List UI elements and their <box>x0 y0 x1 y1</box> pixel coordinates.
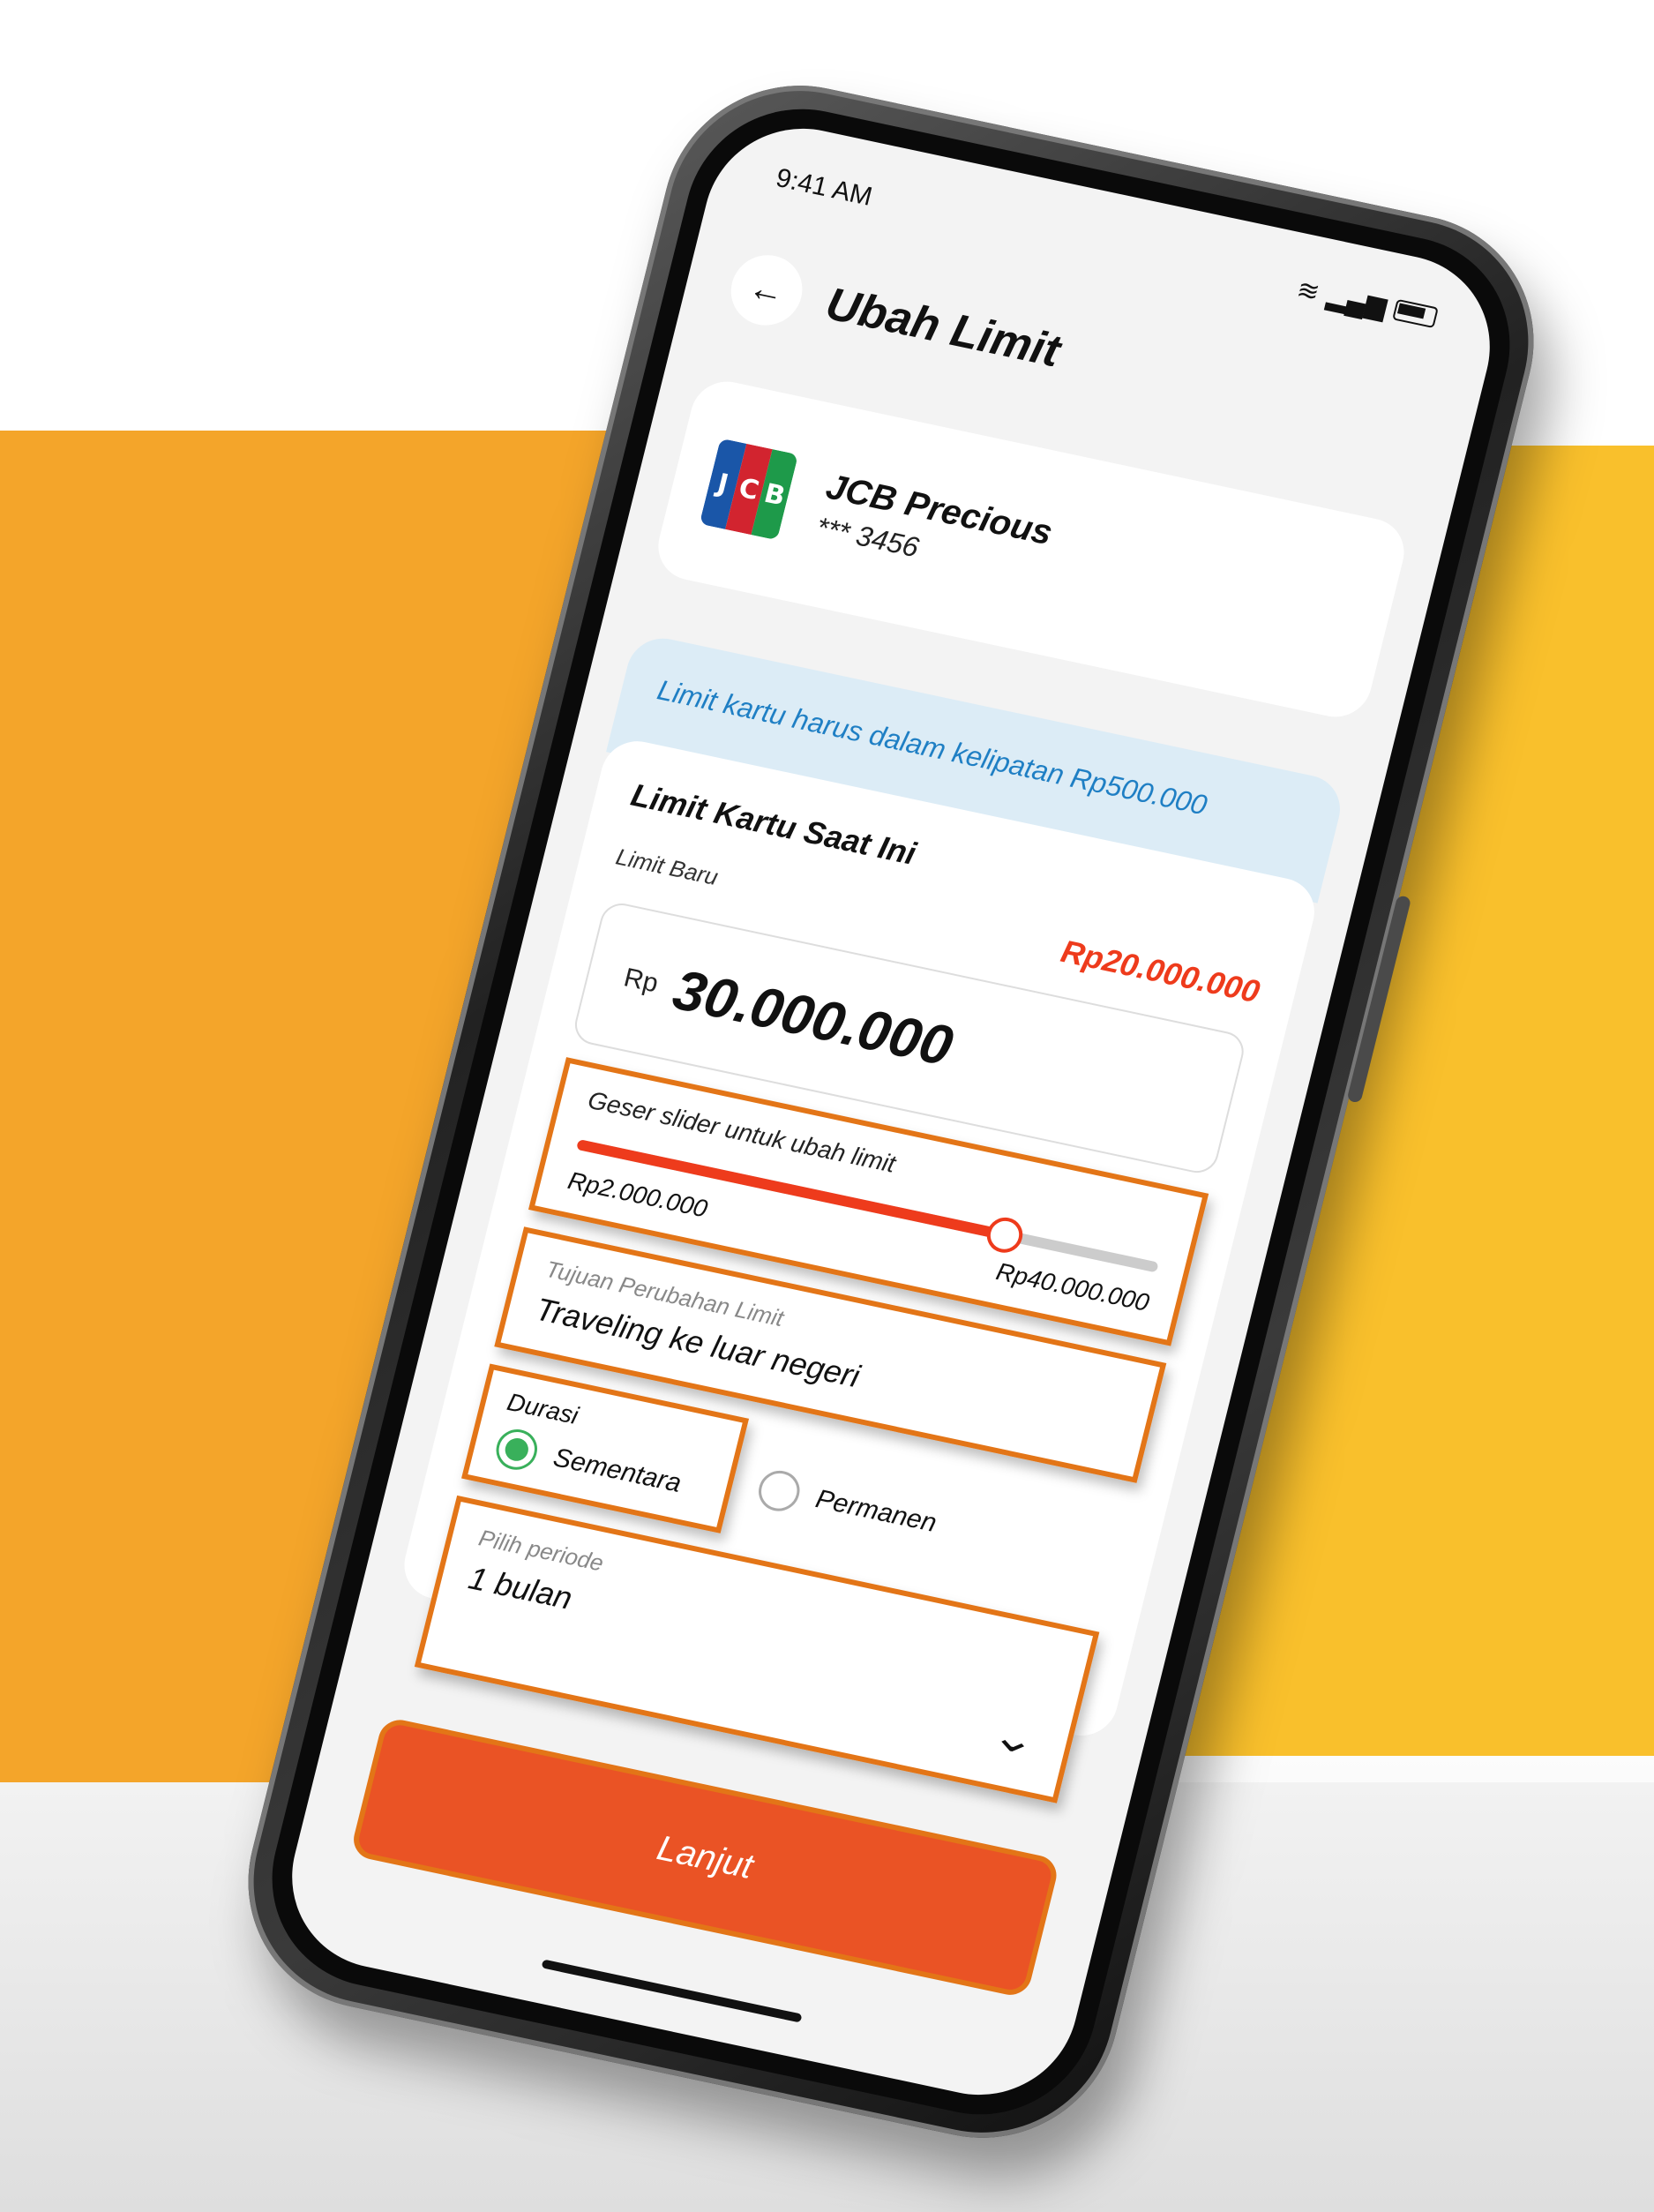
battery-icon <box>1392 298 1439 329</box>
phone-body: 9:41 AM ≋ ▂▄▆ ← Ubah Limit J C B JCB Pre… <box>220 61 1562 2163</box>
home-indicator <box>541 1959 803 2023</box>
signal-icon: ▂▄▆ <box>1324 281 1390 322</box>
arrow-left-icon: ← <box>745 266 790 312</box>
status-icons: ≋ ▂▄▆ <box>1294 274 1441 333</box>
back-button[interactable]: ← <box>723 248 810 333</box>
phone-bezel: 9:41 AM ≋ ▂▄▆ ← Ubah Limit J C B JCB Pre… <box>248 87 1534 2136</box>
slider-thumb[interactable] <box>983 1214 1027 1256</box>
jcb-logo: J C B <box>699 438 799 541</box>
current-limit-value: Rp20.000.000 <box>1057 933 1264 1010</box>
slider-min-label: Rp2.000.000 <box>565 1166 711 1223</box>
radio-permanent-label: Permanen <box>812 1484 939 1539</box>
continue-button-label: Lanjut <box>653 1827 758 1886</box>
limit-form: Limit Kartu Saat Ini Limit Baru Rp20.000… <box>396 734 1322 1803</box>
status-time: 9:41 AM <box>773 163 876 212</box>
amount-value: 30.000.000 <box>667 957 960 1078</box>
wifi-icon: ≋ <box>1293 274 1323 308</box>
chevron-down-icon[interactable]: ⌄ <box>986 1713 1042 1766</box>
phone-screen: 9:41 AM ≋ ▂▄▆ ← Ubah Limit J C B JCB Pre… <box>272 110 1510 2113</box>
radio-temporary-label: Sementara <box>550 1443 685 1498</box>
new-limit-label: Limit Baru <box>613 843 722 890</box>
card-info: JCB Precious *** 3456 <box>812 467 1057 589</box>
radio-temporary[interactable] <box>491 1425 542 1473</box>
phone-mockup: 9:41 AM ≋ ▂▄▆ ← Ubah Limit J C B JCB Pre… <box>159 53 1562 2163</box>
header: ← Ubah Limit <box>723 248 1067 386</box>
page-title: Ubah Limit <box>820 278 1066 378</box>
duration-option-permanent[interactable]: Permanen <box>754 1466 940 1544</box>
amount-prefix: Rp <box>620 963 662 999</box>
radio-permanent[interactable] <box>754 1466 805 1515</box>
